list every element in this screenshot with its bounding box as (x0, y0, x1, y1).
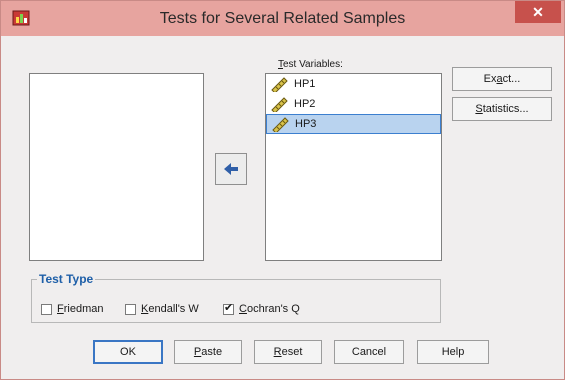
ruler-scale-icon (271, 77, 288, 92)
dialog-window: Tests for Several Related Samples ✕ Test… (0, 0, 565, 380)
move-variable-button[interactable] (215, 153, 247, 185)
variable-label: HP3 (295, 118, 317, 130)
list-item[interactable]: HP2 (266, 94, 441, 114)
window-title: Tests for Several Related Samples (159, 10, 406, 27)
cochrans-q-checkbox[interactable]: ✔ Cochran's Q (223, 301, 300, 315)
cancel-button[interactable]: Cancel (334, 340, 404, 364)
list-item-selected[interactable]: HP3 (266, 114, 441, 134)
checkbox-box[interactable] (41, 303, 52, 315)
test-type-title: Test Type (37, 272, 96, 286)
friedman-checkbox[interactable]: Friedman (41, 303, 103, 315)
close-button[interactable]: ✕ (515, 1, 561, 23)
checkbox-label: Kendall's W (141, 303, 199, 315)
list-item[interactable]: HP1 (266, 74, 441, 94)
kendalls-w-checkbox[interactable]: Kendall's W (125, 303, 199, 315)
checkbox-box[interactable] (125, 303, 136, 315)
test-variables-list[interactable]: HP1 HP2 HP3 (265, 73, 442, 261)
source-variable-list[interactable] (29, 73, 204, 261)
ok-button[interactable]: OK (93, 340, 163, 364)
variable-label: HP2 (294, 98, 316, 110)
ruler-scale-icon (271, 97, 288, 112)
checkbox-label: Friedman (57, 303, 104, 315)
statistics-button[interactable]: Statistics... (452, 97, 552, 121)
reset-button[interactable]: Reset (254, 340, 322, 364)
paste-button[interactable]: Paste (174, 340, 242, 364)
checkbox-label: Cochran's Q (239, 303, 300, 315)
ruler-scale-icon (272, 117, 289, 132)
test-variables-label: Test Variables: (278, 59, 343, 70)
arrow-left-icon (224, 163, 238, 175)
title-bar[interactable]: Tests for Several Related Samples ✕ (1, 1, 564, 36)
help-button[interactable]: Help (417, 340, 489, 364)
exact-button[interactable]: Exact... (452, 67, 552, 91)
check-mark-icon: ✔ (224, 301, 234, 314)
checkbox-box[interactable]: ✔ (223, 301, 234, 315)
variable-label: HP1 (294, 78, 316, 90)
